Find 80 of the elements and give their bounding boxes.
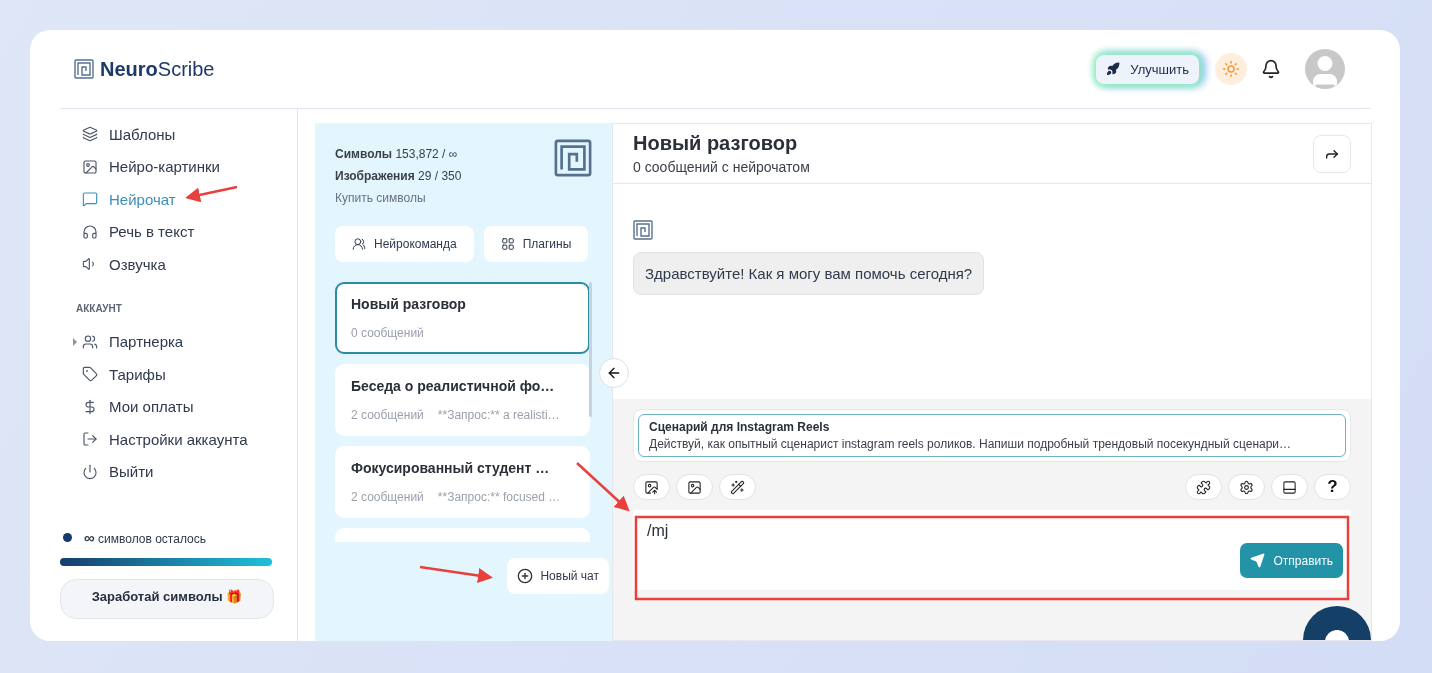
puzzle-icon — [1196, 479, 1211, 495]
image-icon — [82, 158, 98, 175]
chat-title: Фокусированный студент … — [351, 460, 551, 476]
earn-button[interactable]: Заработай символы 🎁 — [60, 579, 274, 619]
message-count: 2 сообщений — [351, 490, 424, 504]
tool-button[interactable] — [676, 474, 713, 500]
image-upload-icon — [644, 479, 659, 495]
bell-icon[interactable] — [1261, 59, 1281, 79]
layers-icon — [82, 126, 98, 143]
help-button[interactable]: ? — [1314, 474, 1351, 500]
headphones-icon — [82, 223, 98, 240]
settings-icon — [1239, 479, 1254, 495]
magic-wand-icon — [730, 479, 745, 495]
chat-title: Беседа о реалистичной фо… — [351, 378, 556, 394]
upgrade-button[interactable]: Улучшить — [1096, 54, 1199, 84]
send-button[interactable]: Отправить — [1240, 543, 1343, 578]
message-input[interactable]: /mj Отправить — [633, 510, 1351, 590]
sun-icon — [1222, 60, 1240, 78]
grid-icon — [500, 237, 515, 251]
template-card[interactable]: Сценарий для Instagram Reels Действуй, как опытный сценарист instagram reels роликов. Напиши подробный трендовый посекундный сценари… — [638, 414, 1346, 457]
people-icon — [82, 333, 98, 350]
stat-text: Символы 153,872 / ∞ — [335, 146, 459, 163]
rocket-icon — [1106, 62, 1121, 76]
conversation-title: Новый разговор — [633, 132, 799, 155]
chat-item[interactable]: Фокусированный студент … 2 сообщений **Запрос:** focused … — [335, 446, 590, 518]
message-count: 0 сообщений — [351, 326, 424, 340]
sidebar-item[interactable]: Речь в текст — [109, 223, 195, 241]
template-title: Сценарий для Instagram Reels — [649, 420, 831, 434]
tool-button[interactable] — [719, 474, 756, 500]
panel-icon — [1282, 479, 1297, 495]
image-icon — [687, 479, 702, 495]
tool-button[interactable] — [1271, 474, 1308, 500]
buy-link[interactable]: Купить символы — [335, 191, 426, 205]
chat-preview: **Запрос:** focused … — [437, 490, 561, 504]
chat-bubble-icon — [82, 191, 98, 208]
sidebar-item[interactable]: Озвучка — [109, 255, 166, 273]
theme-toggle-button[interactable] — [1215, 53, 1247, 85]
exit-icon — [82, 431, 98, 448]
status-dot — [63, 533, 72, 542]
sidebar-item[interactable]: Выйти — [109, 463, 154, 481]
sidebar-item[interactable]: Шаблоны — [109, 125, 176, 143]
logo-icon — [554, 139, 592, 177]
chat-preview: **Запрос:** a realisti… — [437, 408, 560, 422]
dollar-icon — [82, 398, 98, 415]
conversation-subtitle: 0 сообщений с нейрочатом — [633, 159, 810, 175]
chat-item[interactable]: Новый разговор 0 сообщений — [335, 282, 590, 354]
caret-icon[interactable] — [72, 337, 78, 346]
chat-item[interactable]: Беседа о реалистичной фо… 2 сообщений **Запрос:** a realisti… — [335, 364, 590, 436]
logo-icon — [74, 59, 94, 79]
credits-text: ∞ символов осталось — [84, 529, 206, 546]
chat-widget-icon[interactable] — [1303, 606, 1371, 640]
logo-icon — [633, 220, 653, 240]
send-icon — [1250, 553, 1266, 568]
tag-icon — [82, 366, 98, 383]
sidebar-item[interactable]: Мои оплаты — [109, 398, 194, 416]
sidebar-item[interactable]: Настройки аккаунта — [109, 430, 248, 448]
people-icon — [352, 237, 366, 251]
sidebar-item[interactable]: Нейро-картинки — [109, 158, 220, 176]
annotation-arrow — [185, 185, 238, 203]
template-text: Действуй, как опытный сценарист instagram reels роликов. Напиши подробный трендовый посекундный сценари… — [649, 437, 1293, 451]
annotation-arrow — [576, 462, 630, 512]
logo-text: NeuroScribe — [100, 57, 215, 81]
sidebar-item[interactable]: Партнерка — [109, 333, 184, 351]
plus-icon — [517, 568, 534, 584]
stat-text: Изображения 29 / 350 — [335, 168, 462, 185]
collapse-button[interactable] — [599, 358, 629, 388]
chat-title: Новый разговор — [351, 296, 467, 312]
tool-button[interactable] — [1228, 474, 1265, 500]
section-label: АККАУНТ — [75, 301, 123, 316]
share-button[interactable] — [1313, 134, 1351, 173]
tool-button[interactable] — [633, 474, 670, 500]
message-count: 2 сообщений — [351, 408, 424, 422]
tool-button[interactable] — [1185, 474, 1222, 500]
sidebar-item[interactable]: Тарифы — [109, 365, 166, 383]
message-bubble: Здравствуйте! Как я могу вам помочь сегодня? — [633, 252, 985, 295]
new-chat-button[interactable]: Новый чат — [507, 558, 609, 594]
plugins-button[interactable]: Плагины — [483, 226, 589, 262]
team-button[interactable]: Нейрокоманда — [335, 226, 474, 262]
sidebar-item[interactable]: Нейрочат — [109, 190, 176, 208]
power-icon — [82, 463, 98, 480]
